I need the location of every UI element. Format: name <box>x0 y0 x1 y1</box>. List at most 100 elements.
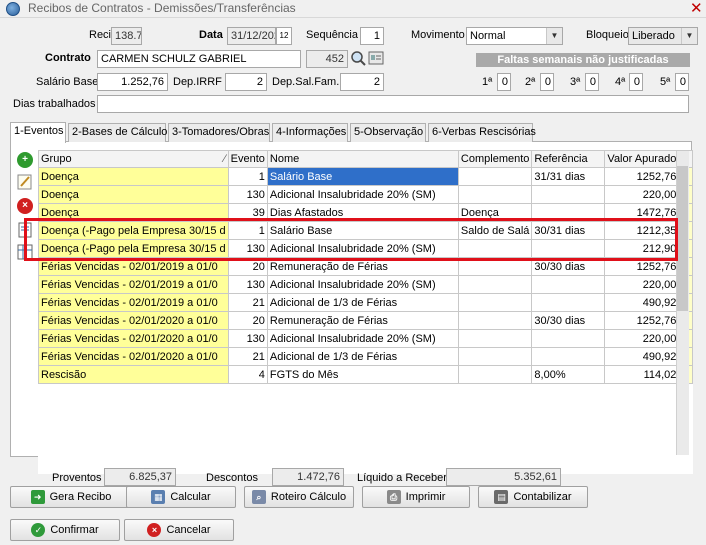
cell-grupo[interactable]: Rescisão <box>38 365 229 384</box>
cell-grupo[interactable]: Doença <box>38 185 229 204</box>
cell-valor[interactable]: 490,92 <box>604 293 680 312</box>
tab-verbas-rescisorias[interactable]: 6-Verbas Rescisórias <box>428 123 536 142</box>
cancelar-button[interactable]: × Cancelar <box>124 519 234 541</box>
cell-nome[interactable]: Remuneração de Férias <box>266 311 459 330</box>
cell-complemento[interactable] <box>457 311 533 330</box>
cell-complemento[interactable] <box>457 347 533 366</box>
cell-evento[interactable]: 39 <box>227 203 268 222</box>
cell-grupo[interactable]: Férias Vencidas - 02/01/2020 a 01/0 <box>38 347 229 366</box>
cell-referencia[interactable]: 31/31 dias <box>531 167 606 186</box>
cell-complemento[interactable] <box>457 239 533 258</box>
table-row[interactable]: Férias Vencidas - 02/01/2020 a 01/0 130 Ad… <box>38 329 694 348</box>
cell-nome[interactable]: Adicional Insalubridade 20% (SM) <box>266 239 459 258</box>
cell-complemento[interactable] <box>457 275 533 294</box>
cell-evento[interactable]: 4 <box>227 365 268 384</box>
cell-nome[interactable]: Adicional de 1/3 de Férias <box>266 293 459 312</box>
cell-complemento[interactable] <box>457 329 533 348</box>
cell-grupo[interactable]: Férias Vencidas - 02/01/2020 a 01/0 <box>38 329 229 348</box>
cell-valor[interactable]: 220,00 <box>604 329 680 348</box>
cell-evento[interactable]: 21 <box>227 293 268 312</box>
cell-nome[interactable]: Adicional Insalubridade 20% (SM) <box>266 185 459 204</box>
dias-field[interactable] <box>97 95 689 113</box>
close-icon[interactable]: ✕ <box>690 0 703 17</box>
semana-4-field[interactable]: 0 <box>629 73 643 91</box>
cell-complemento[interactable]: Doença <box>457 203 533 222</box>
tab-observacao[interactable]: 5-Observação <box>350 123 426 142</box>
cell-referencia[interactable] <box>531 203 606 222</box>
calcular-button[interactable]: ▦ Calcular <box>126 486 236 508</box>
column-header[interactable]: Evento <box>227 150 268 168</box>
spreadsheet-icon[interactable] <box>17 244 33 260</box>
cell-complemento[interactable] <box>457 167 533 186</box>
search-icon[interactable] <box>350 50 366 68</box>
cell-referencia[interactable] <box>531 239 606 258</box>
cell-grupo[interactable]: Doença (-Pago pela Empresa 30/15 d <box>38 221 229 240</box>
cell-grupo[interactable]: Doença <box>38 167 229 186</box>
cell-nome[interactable]: Dias Afastados <box>266 203 459 222</box>
gera-recibo-button[interactable]: ➜ Gera Recibo <box>10 486 132 508</box>
sequencia-field[interactable]: 1 <box>360 27 384 45</box>
calendar-icon[interactable]: 12 <box>276 27 292 45</box>
cell-complemento[interactable] <box>457 257 533 276</box>
cell-valor[interactable]: 1472,76 <box>604 203 680 222</box>
cell-grupo[interactable]: Doença <box>38 203 229 222</box>
table-row[interactable]: Férias Vencidas - 02/01/2019 a 01/0 130 Ad… <box>38 275 694 294</box>
cell-evento[interactable]: 130 <box>227 275 268 294</box>
cell-valor[interactable]: 1252,76 <box>604 311 680 330</box>
cell-referencia[interactable] <box>531 185 606 204</box>
cell-valor[interactable]: 220,00 <box>604 185 680 204</box>
data-field[interactable]: 31/12/2021 <box>227 27 276 45</box>
table-row[interactable]: Doença (-Pago pela Empresa 30/15 d 1 Salár… <box>38 221 694 240</box>
cell-nome[interactable]: Salário Base <box>266 221 459 240</box>
cell-nome[interactable]: FGTS do Mês <box>266 365 459 384</box>
chevron-down-icon[interactable]: ▼ <box>681 28 697 44</box>
tab-informacoes[interactable]: 4-Informações <box>272 123 348 142</box>
column-header[interactable]: Nome <box>266 150 459 168</box>
cell-valor[interactable]: 1252,76 <box>604 257 680 276</box>
depsal-field[interactable]: 2 <box>340 73 384 91</box>
imprimir-button[interactable]: ⎙ Imprimir <box>362 486 470 508</box>
cell-nome[interactable]: Adicional Insalubridade 20% (SM) <box>266 329 459 348</box>
column-header[interactable]: Grupo ∕ <box>38 150 229 168</box>
cell-complemento[interactable] <box>457 185 533 204</box>
contrato-field[interactable]: CARMEN SCHULZ GABRIEL <box>97 50 301 68</box>
document-icon[interactable] <box>17 222 33 238</box>
cell-complemento[interactable] <box>457 365 533 384</box>
table-row[interactable]: Doença 130 Adicional Insalubridade 20% (SM… <box>38 185 694 204</box>
cell-referencia[interactable]: 30/31 dias <box>531 221 606 240</box>
depirrf-field[interactable]: 2 <box>225 73 267 91</box>
table-row[interactable]: Doença1Salário Base31/31 dias1252,76+ <box>38 167 694 186</box>
cell-evento[interactable]: 1 <box>227 221 268 240</box>
cell-nome[interactable]: Adicional de 1/3 de Férias <box>266 347 459 366</box>
delete-icon[interactable]: × <box>17 198 33 214</box>
cell-evento[interactable]: 130 <box>227 329 268 348</box>
cell-evento[interactable]: 20 <box>227 311 268 330</box>
cell-valor[interactable]: 212,90 <box>604 239 680 258</box>
cell-evento[interactable]: 1 <box>227 167 268 186</box>
column-header[interactable]: Valor Apurado <box>604 150 680 168</box>
cell-nome[interactable]: Remuneração de Férias <box>266 257 459 276</box>
cell-grupo[interactable]: Férias Vencidas - 02/01/2019 a 01/0 <box>38 257 229 276</box>
semana-2-field[interactable]: 0 <box>540 73 554 91</box>
cell-referencia[interactable] <box>531 347 606 366</box>
cell-nome[interactable]: Adicional Insalubridade 20% (SM) <box>266 275 459 294</box>
cell-valor[interactable]: 114,02 <box>604 365 680 384</box>
table-row[interactable]: Férias Vencidas - 02/01/2019 a 01/0 20 Rem… <box>38 257 694 276</box>
table-row[interactable]: Férias Vencidas - 02/01/2019 a 01/0 21 Adi… <box>38 293 694 312</box>
cell-referencia[interactable]: 8,00% <box>531 365 606 384</box>
cell-complemento[interactable]: Saldo de Salá <box>457 221 533 240</box>
tab-eventos[interactable]: 1-Eventos <box>10 122 66 143</box>
cell-grupo[interactable]: Férias Vencidas - 02/01/2019 a 01/0 <box>38 293 229 312</box>
cell-grupo[interactable]: Doença (-Pago pela Empresa 30/15 d <box>38 239 229 258</box>
chevron-down-icon[interactable]: ▼ <box>546 28 562 44</box>
cell-grupo[interactable]: Férias Vencidas - 02/01/2020 a 01/0 <box>38 311 229 330</box>
contabilizar-button[interactable]: ▤ Contabilizar <box>478 486 588 508</box>
cell-referencia[interactable]: 30/30 dias <box>531 311 606 330</box>
tab-bases-calculo[interactable]: 2-Bases de Cálculo <box>68 123 167 142</box>
cell-referencia[interactable] <box>531 293 606 312</box>
semana-5-field[interactable]: 0 <box>675 73 689 91</box>
semana-1-field[interactable]: 0 <box>497 73 511 91</box>
cell-valor[interactable]: 220,00 <box>604 275 680 294</box>
column-header[interactable]: Complemento <box>457 150 533 168</box>
cell-valor[interactable]: 1252,76 <box>604 167 680 186</box>
